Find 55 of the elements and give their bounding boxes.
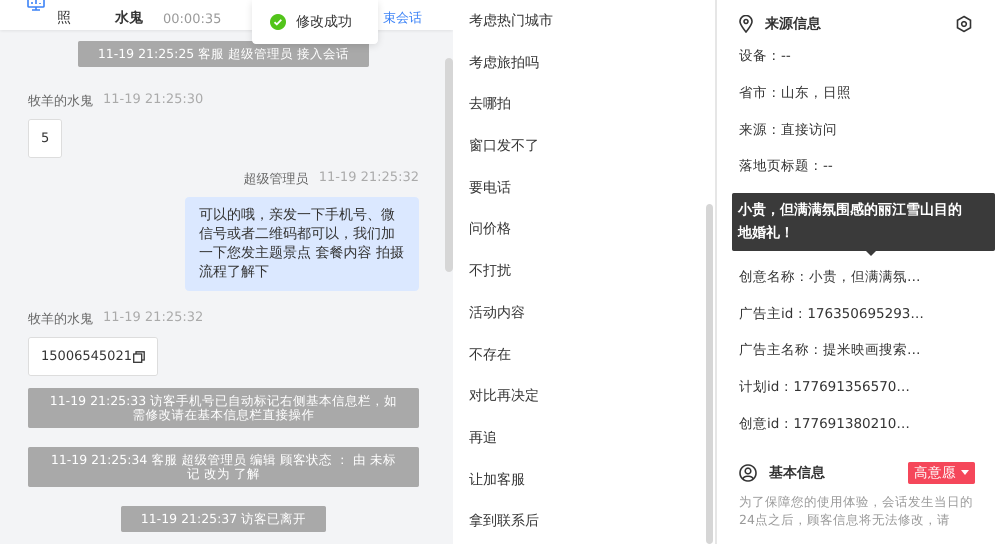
sender-name: 超级管理员: [244, 171, 309, 188]
section-title: 来源信息: [765, 15, 821, 33]
user-circle-icon: [739, 464, 757, 482]
end-session-link[interactable]: 束会话: [383, 9, 422, 27]
visitor-name: 水鬼: [115, 9, 143, 27]
header-label: 照: [57, 9, 71, 27]
location-pin-icon: [739, 15, 753, 33]
copy-icon[interactable]: [132, 350, 145, 362]
info-row-text: 创意id：177691380210…: [739, 414, 911, 434]
quick-reply-item[interactable]: 考虑热门城市: [453, 12, 715, 54]
quick-reply-item[interactable]: 活动内容: [453, 304, 715, 346]
scrollbar[interactable]: [706, 204, 713, 544]
monitor-icon: [27, 0, 45, 11]
quick-reply-item[interactable]: 考虑旅拍吗: [453, 54, 715, 96]
message-time: 11-19 21:25:32: [103, 310, 204, 327]
sender-name: 牧羊的水鬼: [28, 311, 93, 328]
scrollbar[interactable]: [445, 58, 453, 272]
quick-reply-item[interactable]: 要电话: [453, 178, 715, 220]
system-message: 11-19 21:25:33 访客手机号已自动标记右侧基本信息栏，如需修改请在基本信息栏直接操作: [28, 388, 419, 428]
info-row-text: 广告主名称：提米映画搜索…: [739, 341, 922, 360]
info-row-text: 创意名称：小贵，但满满氛…: [739, 268, 922, 287]
session-timer: 00:00:35: [163, 12, 222, 27]
quick-reply-item[interactable]: 拿到联系后: [453, 512, 715, 544]
check-circle-icon: [270, 14, 286, 30]
info-row-text: 来源：直接访问: [739, 120, 838, 140]
quick-reply-item[interactable]: 不存在: [453, 346, 715, 388]
toast-text: 修改成功: [296, 13, 352, 31]
message-bubble: 可以的哦，亲发一下手机号、微信号或者二维码都可以，我们加一下您发主题景点 套餐内容 拍摄流程了解下: [185, 197, 419, 291]
quick-reply-item[interactable]: 对比再决定: [453, 387, 715, 429]
system-message: 11-19 21:25:25 客服 超级管理员 接入会话: [78, 41, 370, 67]
message-text: 5: [41, 131, 50, 146]
message-time: 11-19 21:25:30: [103, 92, 204, 109]
quick-reply-item[interactable]: 问价格: [453, 220, 715, 262]
quick-reply-item[interactable]: 去哪拍: [453, 95, 715, 138]
message-text: 15006545021: [41, 349, 132, 364]
system-message: 11-19 21:25:34 客服 超级管理员 编辑 顾客状态 ： 由 未标记 改为 了解: [28, 447, 419, 487]
quick-reply-item[interactable]: 让加客服: [453, 470, 715, 512]
quick-reply-item[interactable]: 窗口发不了: [453, 137, 715, 179]
info-row-text: 设备：--: [739, 47, 792, 66]
tooltip: 小贵，但满满氛围感的丽江雪山目的地婚礼！: [732, 193, 995, 252]
tooltip-pointer: [866, 251, 876, 256]
message-time: 11-19 21:25:32: [318, 170, 419, 187]
system-message: 11-19 21:25:37 访客已离开: [120, 506, 326, 532]
info-row-text: 落地页标题：--: [739, 157, 834, 176]
quick-reply-item[interactable]: 不打扰: [453, 262, 715, 304]
section-title: 基本信息: [769, 464, 825, 482]
caret-icon: [961, 470, 969, 476]
settings-icon[interactable]: [955, 15, 973, 33]
sender-name: 牧羊的水鬼: [28, 93, 93, 110]
quick-reply-item[interactable]: 再追: [453, 428, 715, 471]
info-row-text: 计划id：177691356570…: [739, 378, 911, 398]
info-row-text: 广告主id：176350695293…: [739, 304, 925, 324]
info-row-text: 省市：山东，日照: [739, 84, 852, 103]
intent-tag-dropdown[interactable]: 高意愿: [908, 462, 975, 484]
notice-text: 为了保障您的使用体验，会话发生当日的24点之后，顾客信息将无法修改，请: [739, 492, 974, 529]
